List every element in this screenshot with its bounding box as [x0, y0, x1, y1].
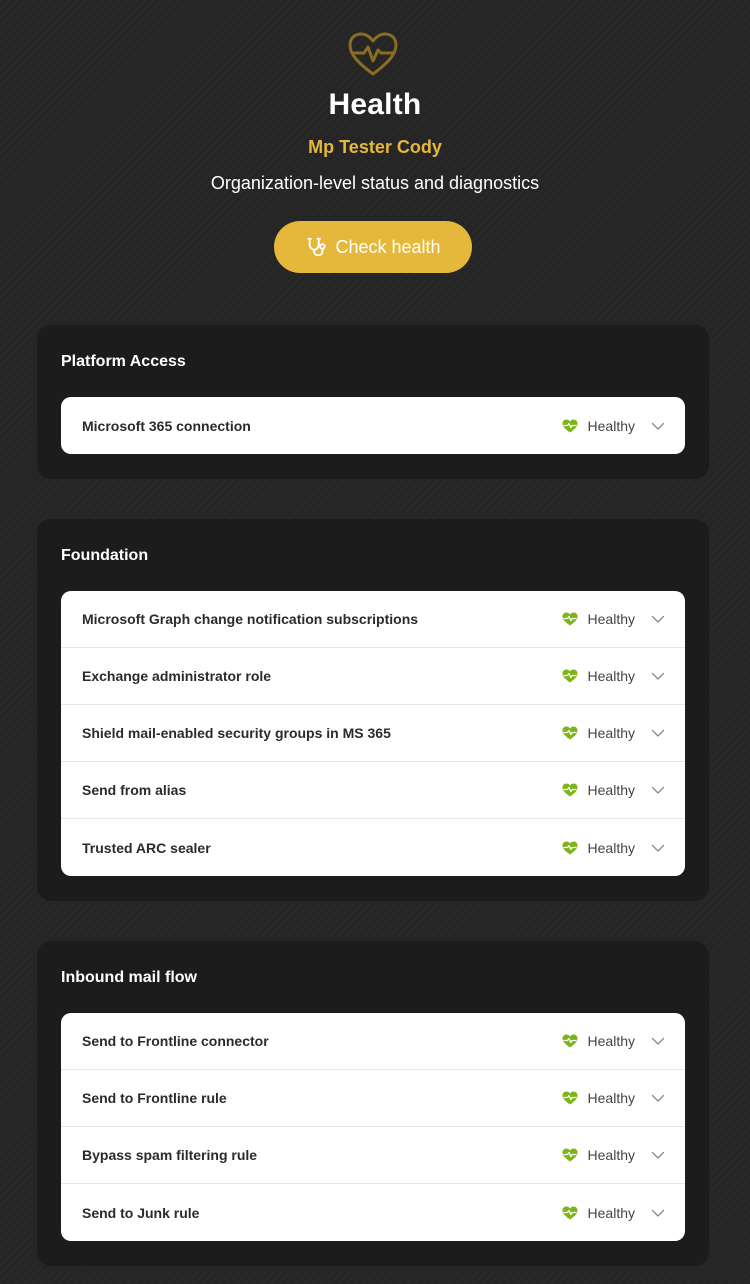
status-text: Healthy — [587, 1090, 635, 1106]
status-row-shield-security-groups[interactable]: Shield mail-enabled security groups in M… — [61, 705, 685, 762]
heartbeat-icon — [562, 1206, 578, 1219]
row-label: Exchange administrator role — [82, 668, 272, 684]
status-text: Healthy — [587, 725, 635, 741]
heartbeat-icon — [348, 32, 398, 76]
heartbeat-icon — [562, 783, 578, 797]
status-card: Send to Frontline connector Healthy Send… — [61, 1013, 685, 1241]
status-card: Microsoft Graph change notification subs… — [61, 591, 685, 876]
heartbeat-icon — [562, 612, 578, 626]
chevron-down-icon[interactable] — [651, 726, 665, 740]
check-health-label: Check health — [335, 236, 441, 257]
row-label: Bypass spam filtering rule — [82, 1147, 258, 1163]
chevron-down-icon[interactable] — [651, 1091, 665, 1105]
status-row-send-to-frontline-connector[interactable]: Send to Frontline connector Healthy — [61, 1013, 685, 1070]
status-text: Healthy — [587, 1147, 635, 1163]
heartbeat-icon — [562, 841, 578, 854]
status-row-microsoft-365-connection[interactable]: Microsoft 365 connection Healthy — [61, 397, 685, 454]
heartbeat-icon — [562, 419, 578, 432]
status-text: Healthy — [587, 1204, 635, 1221]
chevron-down-icon[interactable] — [651, 669, 665, 683]
section-inbound-mail-flow: Inbound mail flow Send to Frontline conn… — [37, 941, 709, 1266]
status-row-bypass-spam-filtering[interactable]: Bypass spam filtering rule Healthy — [61, 1127, 685, 1184]
heartbeat-icon — [562, 669, 578, 683]
status-text: Healthy — [587, 839, 635, 856]
row-label: Send from alias — [82, 782, 187, 798]
status-row-trusted-arc-sealer[interactable]: Trusted ARC sealer Healthy — [61, 819, 685, 876]
section-title: Inbound mail flow — [61, 969, 197, 986]
status-text: Healthy — [587, 782, 635, 798]
heartbeat-icon — [562, 1091, 578, 1105]
page-subtitle: Organization-level status and diagnostic… — [210, 173, 540, 193]
status-card: Microsoft 365 connection Healthy — [61, 397, 685, 454]
chevron-down-icon[interactable] — [651, 419, 665, 433]
status-row-send-to-frontline-rule[interactable]: Send to Frontline rule Healthy — [61, 1070, 685, 1127]
heartbeat-icon — [562, 1034, 578, 1048]
heartbeat-icon — [562, 726, 578, 740]
status-text: Healthy — [587, 668, 635, 684]
chevron-down-icon[interactable] — [651, 841, 665, 855]
status-text: Healthy — [587, 611, 635, 627]
row-label: Send to Junk rule — [82, 1204, 200, 1221]
status-text: Healthy — [587, 1033, 635, 1049]
heartbeat-icon — [562, 1148, 578, 1162]
row-label: Send to Frontline rule — [82, 1090, 227, 1106]
chevron-down-icon[interactable] — [651, 1034, 665, 1048]
status-row-exchange-admin-role[interactable]: Exchange administrator role Healthy — [61, 648, 685, 705]
row-label: Send to Frontline connector — [82, 1033, 269, 1049]
section-platform-access: Platform Access Microsoft 365 connection… — [37, 325, 709, 479]
row-label: Microsoft 365 connection — [82, 417, 251, 434]
chevron-down-icon[interactable] — [651, 1148, 665, 1162]
chevron-down-icon[interactable] — [651, 783, 665, 797]
row-label: Shield mail-enabled security groups in M… — [82, 725, 391, 741]
section-title: Platform Access — [61, 353, 186, 370]
check-health-button[interactable]: Check health — [274, 221, 472, 273]
stethoscope-icon — [307, 237, 327, 257]
status-row-graph-subscriptions[interactable]: Microsoft Graph change notification subs… — [61, 591, 685, 648]
section-foundation: Foundation Microsoft Graph change notifi… — [37, 519, 709, 901]
page-title: Health — [328, 88, 422, 121]
chevron-down-icon[interactable] — [651, 1206, 665, 1220]
status-row-send-from-alias[interactable]: Send from alias Healthy — [61, 762, 685, 819]
organization-name: Mp Tester Cody — [308, 137, 442, 157]
row-label: Trusted ARC sealer — [82, 839, 211, 856]
section-title: Foundation — [61, 547, 149, 564]
row-label: Microsoft Graph change notification subs… — [82, 611, 419, 627]
status-text: Healthy — [587, 417, 635, 434]
status-row-send-to-junk-rule[interactable]: Send to Junk rule Healthy — [61, 1184, 685, 1241]
chevron-down-icon[interactable] — [651, 612, 665, 626]
